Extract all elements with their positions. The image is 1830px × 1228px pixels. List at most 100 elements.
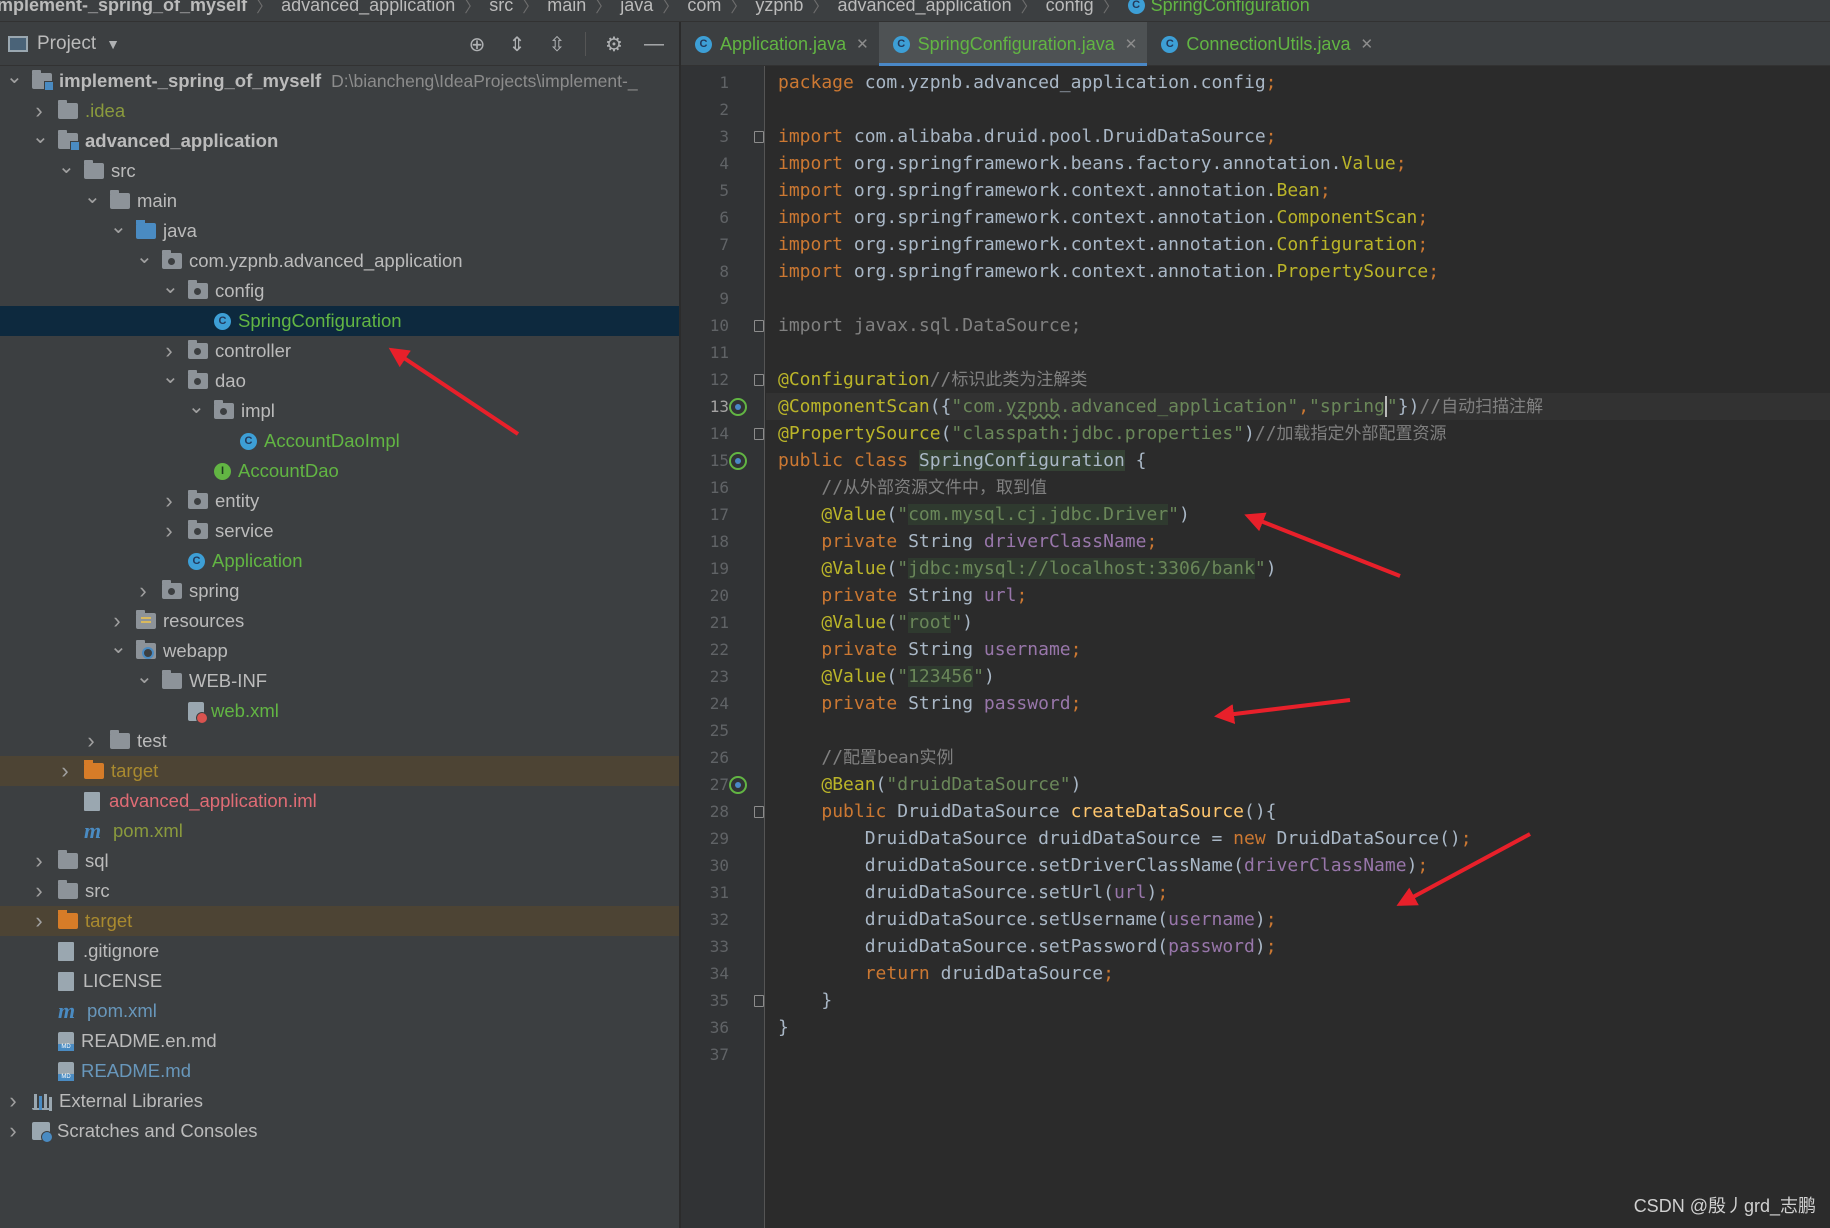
tree-item[interactable]: › service bbox=[0, 516, 679, 546]
fold-marker-icon[interactable] bbox=[754, 806, 764, 818]
breadcrumb-item[interactable]: yzpnb bbox=[755, 0, 803, 16]
tree-item[interactable]: › spring bbox=[0, 576, 679, 606]
tree-item[interactable]: ›mpom.xml bbox=[0, 816, 679, 846]
close-icon[interactable]: ✕ bbox=[1125, 35, 1138, 53]
tree-item[interactable]: ›CApplication bbox=[0, 546, 679, 576]
tree-item[interactable]: ⌄ impl bbox=[0, 396, 679, 426]
spring-bean-gutter-icon[interactable] bbox=[729, 398, 747, 416]
spring-bean-gutter-icon[interactable] bbox=[729, 776, 747, 794]
fold-marker-icon[interactable] bbox=[754, 320, 764, 332]
editor-tab[interactable]: C ConnectionUtils.java ✕ bbox=[1147, 22, 1383, 66]
tree-item[interactable]: ⌄ src bbox=[0, 156, 679, 186]
tree-item[interactable]: ›CSpringConfiguration bbox=[0, 306, 679, 336]
chevron-down-icon[interactable]: ⌄ bbox=[32, 127, 49, 147]
tree-item[interactable]: › Scratches and Consoles bbox=[0, 1116, 679, 1146]
tree-item[interactable]: › src bbox=[0, 876, 679, 906]
tree-item[interactable]: ›README.en.md bbox=[0, 1026, 679, 1056]
tree-item[interactable]: ›README.md bbox=[0, 1056, 679, 1086]
chevron-right-icon[interactable]: › bbox=[110, 608, 124, 634]
tree-item[interactable]: ⌄ advanced_application bbox=[0, 126, 679, 156]
chevron-right-icon[interactable]: › bbox=[136, 578, 150, 604]
fold-marker-icon[interactable] bbox=[754, 374, 764, 386]
breadcrumb-item[interactable]: java bbox=[620, 0, 653, 16]
chevron-down-icon[interactable]: ⌄ bbox=[84, 187, 101, 207]
chevron-right-icon[interactable]: › bbox=[32, 908, 46, 934]
tree-item-label: README.en.md bbox=[81, 1030, 217, 1051]
settings-icon[interactable]: ⚙ bbox=[602, 32, 626, 56]
tree-item[interactable]: › entity bbox=[0, 486, 679, 516]
breadcrumb-item[interactable]: config bbox=[1046, 0, 1094, 16]
chevron-down-icon[interactable]: ⌄ bbox=[136, 667, 153, 687]
expand-all-icon[interactable]: ⇕ bbox=[505, 32, 529, 56]
breadcrumb-item[interactable]: main bbox=[547, 0, 586, 16]
tree-item[interactable]: ⌄ config bbox=[0, 276, 679, 306]
tree-item[interactable]: ⌄ com.yzpnb.advanced_application bbox=[0, 246, 679, 276]
tree-item[interactable]: ›web.xml bbox=[0, 696, 679, 726]
tree-item[interactable]: ›.gitignore bbox=[0, 936, 679, 966]
chevron-down-icon[interactable]: ⌄ bbox=[136, 247, 153, 267]
project-view-selector[interactable]: Project ▼ bbox=[8, 33, 120, 55]
close-icon[interactable]: ✕ bbox=[1360, 35, 1373, 53]
breadcrumb-item[interactable]: C SpringConfiguration bbox=[1127, 0, 1310, 16]
locate-icon[interactable]: ⊕ bbox=[465, 32, 489, 56]
tree-item[interactable]: ⌄ WEB-INF bbox=[0, 666, 679, 696]
tree-item[interactable]: › resources bbox=[0, 606, 679, 636]
chevron-down-icon[interactable]: ⌄ bbox=[162, 277, 179, 297]
code-token: username bbox=[1168, 909, 1255, 930]
tree-item[interactable]: ›advanced_application.iml bbox=[0, 786, 679, 816]
chevron-down-icon[interactable]: ⌄ bbox=[6, 67, 23, 87]
tree-item-label: web.xml bbox=[211, 700, 279, 721]
chevron-down-icon[interactable]: ⌄ bbox=[162, 367, 179, 387]
tree-item[interactable]: › test bbox=[0, 726, 679, 756]
breadcrumb-item[interactable]: src bbox=[489, 0, 513, 16]
chevron-right-icon[interactable]: › bbox=[6, 1118, 20, 1144]
chevron-down-icon[interactable]: ⌄ bbox=[110, 217, 127, 237]
tree-item[interactable]: › target bbox=[0, 906, 679, 936]
collapse-all-icon[interactable]: ⇳ bbox=[545, 32, 569, 56]
tree-item[interactable]: ›IAccountDao bbox=[0, 456, 679, 486]
editor-tab[interactable]: C SpringConfiguration.java ✕ bbox=[878, 22, 1148, 66]
tree-item[interactable]: › controller bbox=[0, 336, 679, 366]
close-icon[interactable]: ✕ bbox=[856, 35, 869, 53]
line-number: 21 bbox=[709, 613, 729, 632]
code-line: druidDataSource.setPassword(password); bbox=[766, 933, 1830, 960]
tree-item[interactable]: ›LICENSE bbox=[0, 966, 679, 996]
chevron-down-icon[interactable]: ⌄ bbox=[58, 157, 75, 177]
tree-item[interactable]: ⌄ java bbox=[0, 216, 679, 246]
chevron-right-icon[interactable]: › bbox=[162, 518, 176, 544]
tree-item[interactable]: ⌄ implement-_spring_of_myself D:\biancheng… bbox=[0, 66, 679, 96]
fold-marker-icon[interactable] bbox=[754, 995, 764, 1007]
chevron-right-icon[interactable]: › bbox=[58, 758, 72, 784]
breadcrumb-item[interactable]: advanced_application bbox=[281, 0, 455, 16]
hide-icon[interactable]: — bbox=[642, 32, 666, 56]
tree-item[interactable]: › target bbox=[0, 756, 679, 786]
chevron-right-icon[interactable]: › bbox=[32, 848, 46, 874]
breadcrumb-item[interactable]: advanced_application bbox=[837, 0, 1011, 16]
tree-item[interactable]: › External Libraries bbox=[0, 1086, 679, 1116]
tree-item[interactable]: ›CAccountDaoImpl bbox=[0, 426, 679, 456]
code-token: org.springframework.beans.factory.annota… bbox=[853, 153, 1342, 174]
chevron-down-icon[interactable]: ⌄ bbox=[188, 397, 205, 417]
code-area[interactable]: package com.yzpnb.advanced_application.c… bbox=[766, 66, 1830, 1228]
fold-marker-icon[interactable] bbox=[754, 428, 764, 440]
line-number: 20 bbox=[709, 586, 729, 605]
editor-tab[interactable]: C Application.java ✕ bbox=[681, 22, 879, 66]
chevron-right-icon[interactable]: › bbox=[162, 488, 176, 514]
spring-bean-gutter-icon[interactable] bbox=[729, 452, 747, 470]
chevron-right-icon[interactable]: › bbox=[84, 728, 98, 754]
chevron-right-icon[interactable]: › bbox=[32, 98, 46, 124]
tree-item[interactable]: ⌄ webapp bbox=[0, 636, 679, 666]
tree-item[interactable]: ›mpom.xml bbox=[0, 996, 679, 1026]
chevron-right-icon[interactable]: › bbox=[32, 878, 46, 904]
tree-item[interactable]: ⌄ dao bbox=[0, 366, 679, 396]
tree-item[interactable]: › sql bbox=[0, 846, 679, 876]
chevron-down-icon[interactable]: ⌄ bbox=[110, 637, 127, 657]
breadcrumb-item[interactable]: com bbox=[687, 0, 721, 16]
fold-marker-icon[interactable] bbox=[754, 131, 764, 143]
tree-item[interactable]: › .idea bbox=[0, 96, 679, 126]
code-line: //配置bean实例 bbox=[766, 744, 1830, 771]
breadcrumb-item[interactable]: implement-_spring_of_myself bbox=[0, 0, 247, 16]
tree-item[interactable]: ⌄ main bbox=[0, 186, 679, 216]
chevron-right-icon[interactable]: › bbox=[162, 338, 176, 364]
chevron-right-icon[interactable]: › bbox=[6, 1088, 20, 1114]
